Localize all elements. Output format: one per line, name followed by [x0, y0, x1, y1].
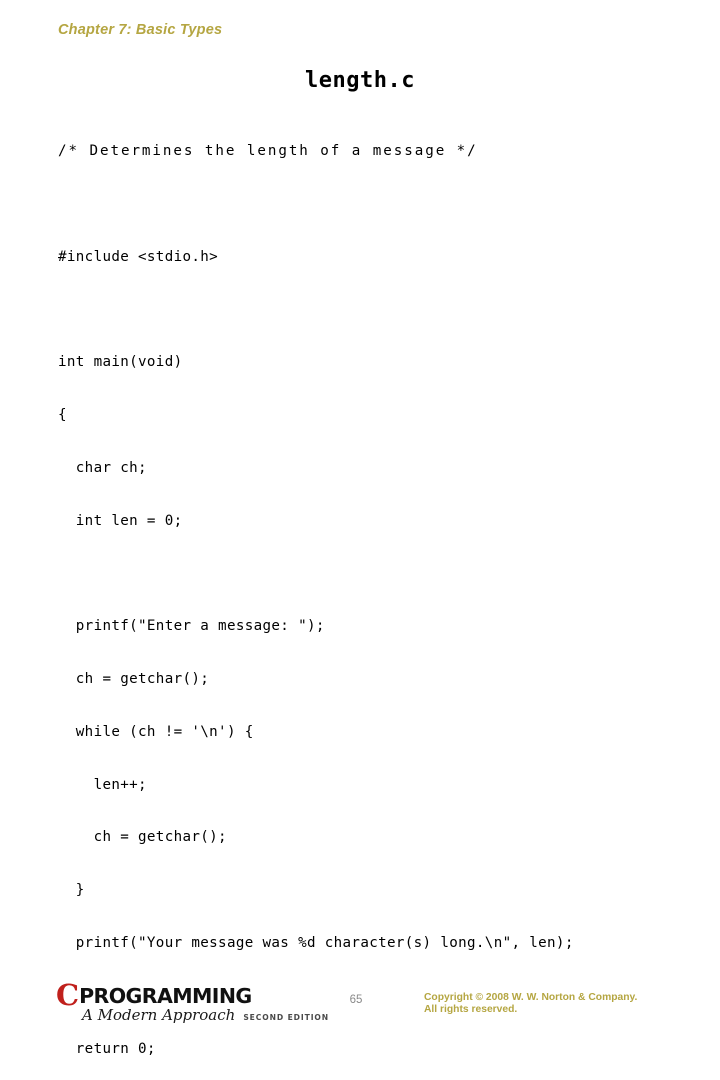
copyright-notice: Copyright © 2008 W. W. Norton & Company.…: [424, 992, 696, 1017]
logo-c-letter: C: [56, 978, 79, 1012]
code-line: ch = getchar();: [58, 829, 227, 846]
logo-title-row: CPROGRAMMING: [56, 978, 252, 1012]
copyright-line-1: Copyright © 2008 W. W. Norton & Company.: [424, 992, 638, 1003]
copyright-line-2: All rights reserved.: [424, 1004, 518, 1016]
logo-programming-word: PROGRAMMING: [79, 984, 252, 1008]
page-title: length.c: [305, 68, 415, 93]
code-line: while (ch != '\n') {: [58, 723, 254, 740]
code-line: return 0;: [58, 1040, 156, 1057]
code-listing: /* Determines the length of a message */…: [58, 109, 706, 1080]
code-line: ch = getchar();: [58, 670, 210, 687]
logo-subtitle-row: A Modern Approach SECOND EDITION: [82, 1007, 329, 1025]
code-line: printf("Enter a message: ");: [58, 618, 325, 635]
code-line: len++;: [58, 776, 147, 793]
code-line: char ch;: [58, 459, 147, 476]
code-line: }: [58, 882, 85, 899]
book-logo: CPROGRAMMING A Modern Approach SECOND EDI…: [56, 978, 328, 1024]
chapter-header: Chapter 7: Basic Types: [58, 22, 223, 38]
slide-footer: CPROGRAMMING A Modern Approach SECOND EDI…: [0, 488, 720, 1024]
logo-subtitle: A Modern Approach: [82, 1006, 236, 1024]
page-number: 65: [349, 994, 363, 1006]
code-line: printf("Your message was %d character(s)…: [58, 934, 574, 951]
code-line: #include <stdio.h>: [58, 248, 219, 265]
logo-edition: SECOND EDITION: [243, 1013, 330, 1022]
code-line: int main(void): [58, 354, 183, 371]
code-line: {: [58, 406, 67, 423]
code-line: /* Determines the length of a message */: [58, 143, 478, 159]
